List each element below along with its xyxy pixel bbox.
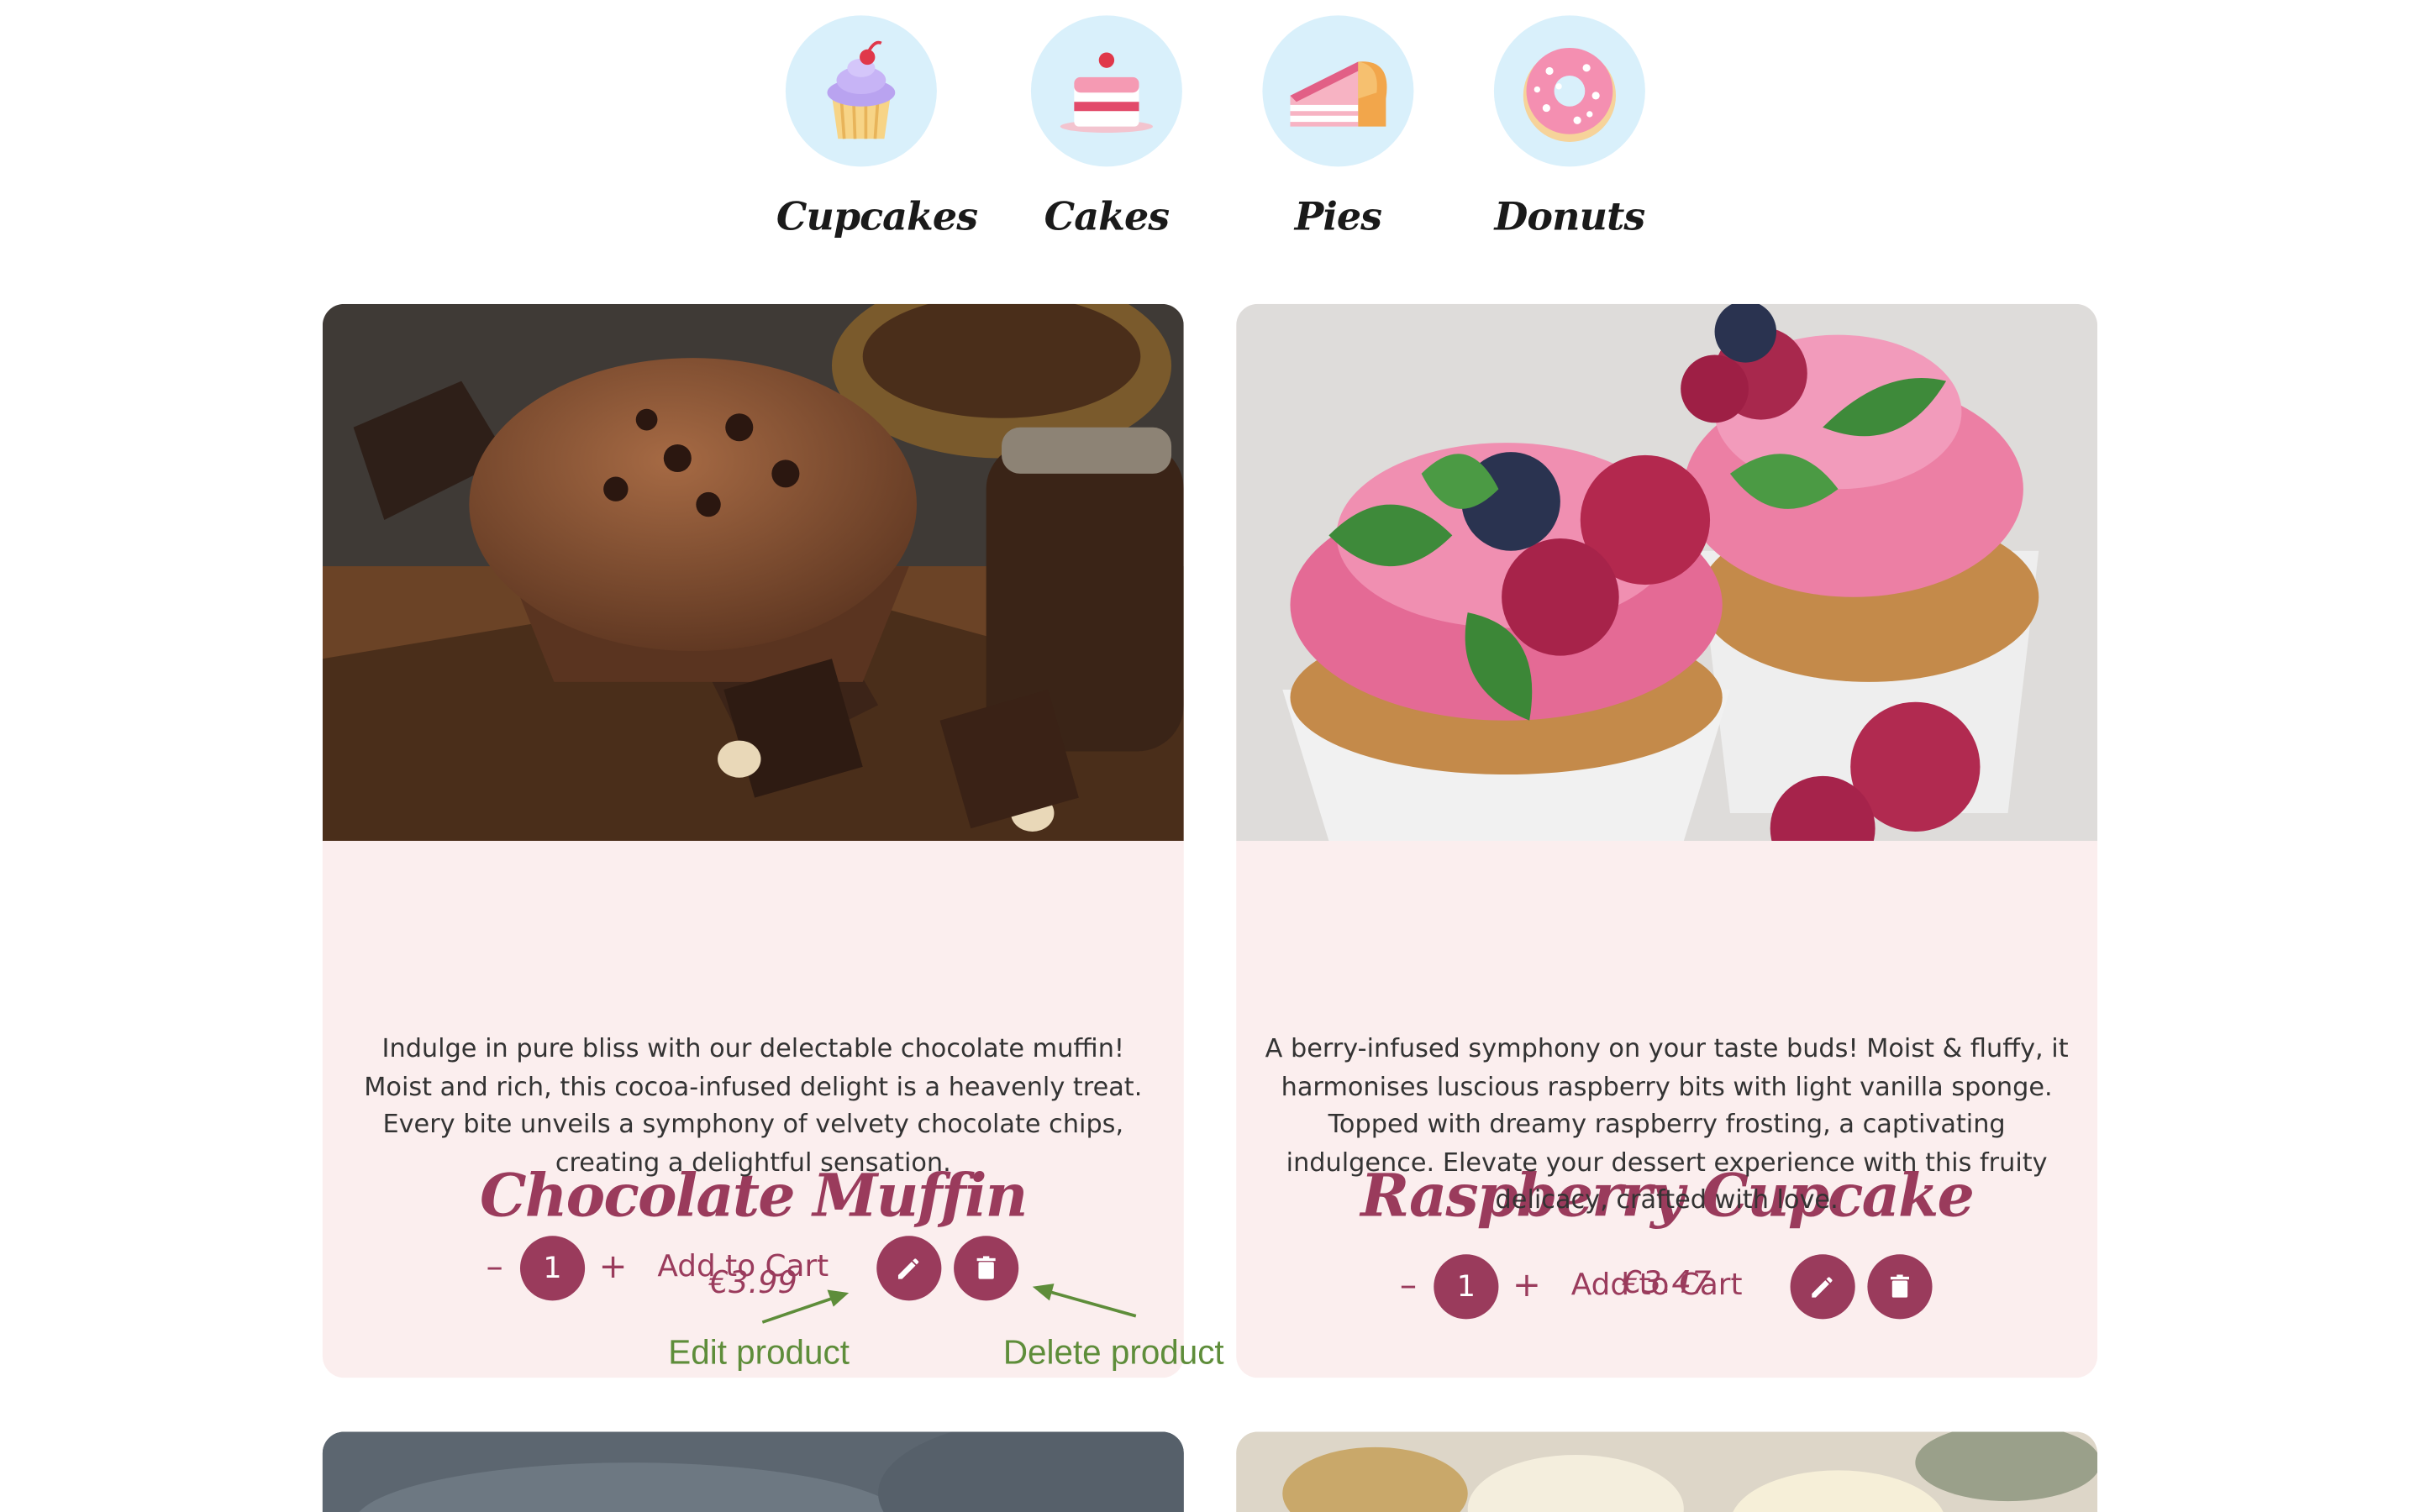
edit-annotation: Edit product	[668, 1332, 850, 1372]
product-photo	[322, 1431, 1184, 1512]
delete-annotation: Delete product	[1002, 1332, 1224, 1372]
annotation-arrows	[761, 1284, 1137, 1324]
product-card-partial	[322, 1431, 1184, 1512]
product-photo	[1236, 1431, 2098, 1512]
product-card-partial	[1236, 1431, 2098, 1512]
edit-arrow	[761, 1295, 836, 1324]
page: Cupcakes Cakes Pies Donuts Chocolate Muf…	[0, 0, 2420, 1512]
delete-arrow-head	[1032, 1284, 1055, 1301]
delete-arrow	[1047, 1289, 1137, 1318]
edit-arrow-head	[827, 1289, 850, 1307]
